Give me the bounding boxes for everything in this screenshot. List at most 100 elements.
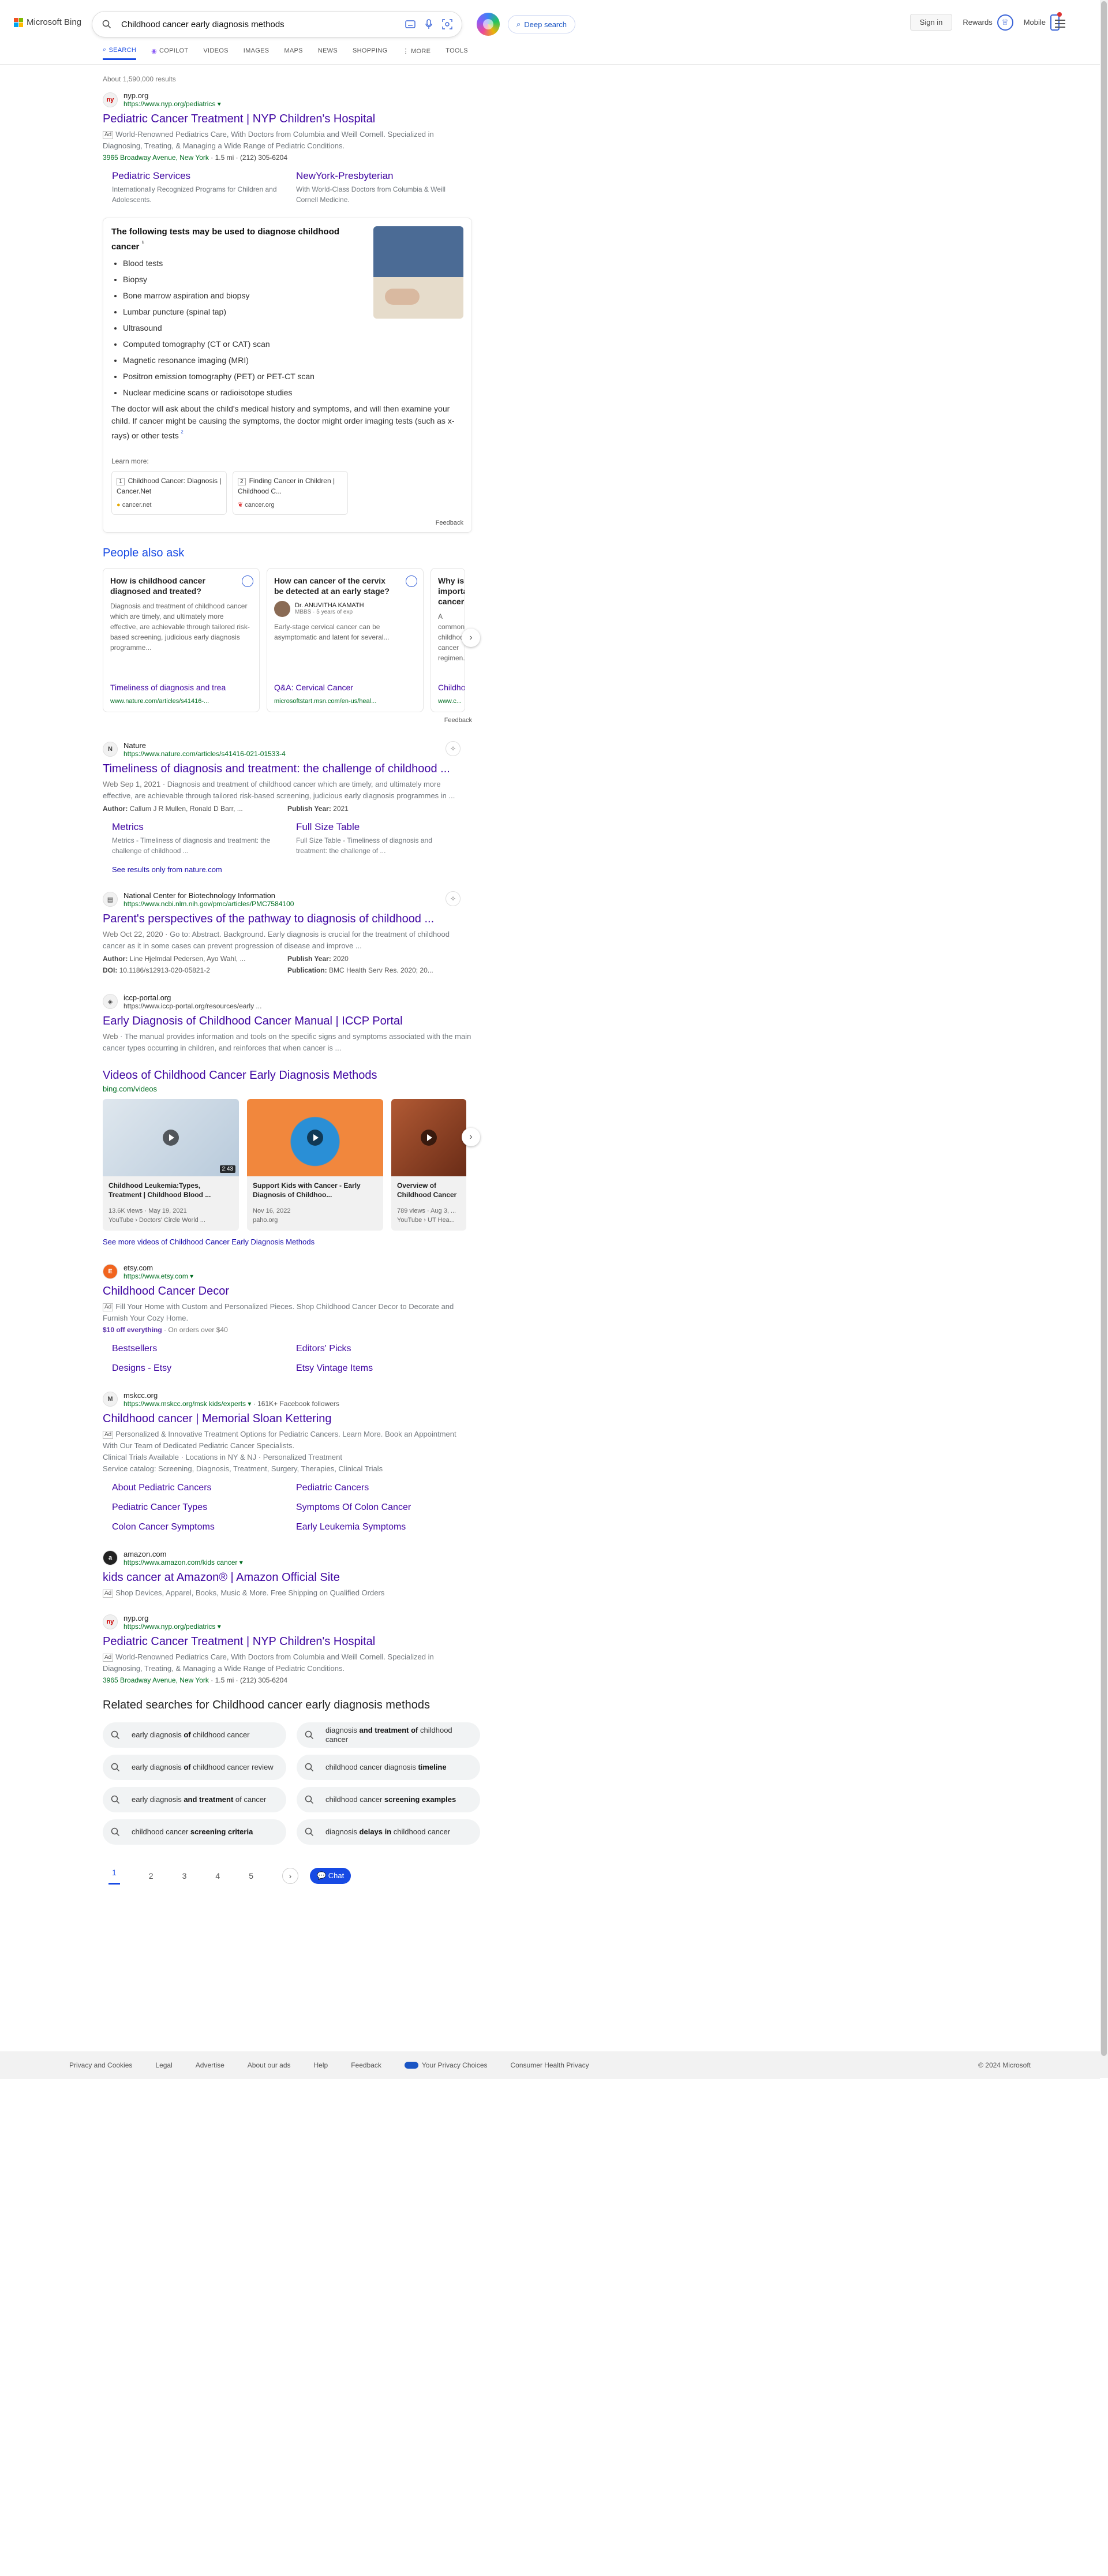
tab-search[interactable]: ⌕ SEARCH bbox=[103, 46, 137, 60]
result-title[interactable]: Parent's perspectives of the pathway to … bbox=[103, 911, 472, 926]
address-link[interactable]: 3965 Broadway Avenue, New York bbox=[103, 1676, 209, 1684]
citation-icon[interactable]: ¹ bbox=[142, 240, 144, 248]
scrollbar-track[interactable] bbox=[1100, 0, 1108, 2078]
copilot-icon[interactable] bbox=[477, 13, 500, 36]
source-card[interactable]: 2 Finding Cancer in Children | Childhood … bbox=[233, 470, 348, 515]
tab-videos[interactable]: VIDEOS bbox=[203, 46, 228, 60]
tab-maps[interactable]: MAPS bbox=[284, 46, 302, 60]
next-page-icon[interactable]: › bbox=[282, 1868, 298, 1885]
footer-link[interactable]: Legal bbox=[155, 2061, 172, 2069]
citation-icon[interactable]: ² bbox=[181, 429, 184, 437]
sitelink[interactable]: Etsy Vintage Items bbox=[296, 1363, 463, 1374]
sign-in-button[interactable]: Sign in bbox=[909, 14, 953, 31]
tab-shopping[interactable]: SHOPPING bbox=[353, 46, 387, 60]
site-url[interactable]: https://www.amazon.com/kids cancer ▾ bbox=[123, 1558, 243, 1566]
menu-icon[interactable] bbox=[1055, 20, 1065, 30]
related-search-item[interactable]: early diagnosis of childhood cancer bbox=[103, 1722, 286, 1748]
video-thumbnail[interactable] bbox=[391, 1098, 466, 1176]
sitelink-title[interactable]: NewYork-Presbyterian bbox=[296, 170, 463, 182]
sitelink[interactable]: Colon Cancer Symptoms bbox=[112, 1522, 279, 1532]
chat-bubble-icon[interactable] bbox=[406, 575, 417, 587]
answer-image[interactable] bbox=[373, 226, 463, 319]
keyboard-icon[interactable] bbox=[404, 18, 417, 31]
related-search-item[interactable]: diagnosis and treatment of childhood can… bbox=[297, 1722, 480, 1748]
bing-logo[interactable]: Microsoft Bing bbox=[14, 17, 81, 27]
chat-bubble-icon[interactable] bbox=[242, 575, 253, 587]
chevron-right-icon[interactable]: › bbox=[462, 628, 480, 647]
paa-source-url[interactable]: www.c... bbox=[438, 698, 462, 705]
chevron-down-icon[interactable]: ▾ bbox=[248, 1400, 251, 1408]
paa-source-title[interactable]: Q&A: Cervical Cancer bbox=[274, 683, 353, 692]
result-title[interactable]: Childhood Cancer Decor bbox=[103, 1284, 472, 1299]
site-url[interactable]: https://www.nyp.org/pediatrics ▾ bbox=[123, 1622, 221, 1631]
sitelink[interactable]: About Pediatric Cancers bbox=[112, 1483, 279, 1493]
search-icon[interactable] bbox=[100, 18, 113, 31]
feedback-link[interactable]: Feedback bbox=[111, 519, 463, 526]
visual-search-icon[interactable] bbox=[441, 18, 454, 31]
paa-card[interactable]: Why is early diagnosis important in chil… bbox=[431, 567, 465, 712]
sitelink[interactable]: Designs - Etsy bbox=[112, 1363, 279, 1374]
search-input[interactable] bbox=[120, 18, 398, 30]
site-url[interactable]: https://www.mskcc.org/msk kids/experts ▾… bbox=[123, 1400, 339, 1408]
paa-card[interactable]: How can cancer of the cervix be detected… bbox=[267, 567, 424, 712]
chat-button[interactable]: 💬 Chat bbox=[309, 1868, 351, 1885]
page-link[interactable]: 4 bbox=[215, 1871, 220, 1880]
play-icon[interactable] bbox=[307, 1129, 323, 1146]
chevron-down-icon[interactable]: ▾ bbox=[218, 1622, 221, 1631]
lightbulb-icon[interactable]: ✧ bbox=[446, 741, 461, 756]
video-thumbnail[interactable]: 2:43 bbox=[103, 1098, 239, 1176]
paa-source-url[interactable]: microsoftstart.msn.com/en-us/heal... bbox=[274, 698, 376, 705]
footer-link[interactable]: Advertise bbox=[196, 2061, 224, 2069]
source-card[interactable]: 1 Childhood Cancer: Diagnosis | Cancer.Ne… bbox=[111, 470, 227, 515]
tab-tools[interactable]: TOOLS bbox=[446, 46, 468, 60]
related-search-item[interactable]: childhood cancer screening criteria bbox=[103, 1819, 286, 1845]
video-card[interactable]: Support Kids with Cancer - Early Diagnos… bbox=[247, 1098, 383, 1231]
sitelink[interactable]: Bestsellers bbox=[112, 1344, 279, 1354]
sitelink[interactable]: Symptoms Of Colon Cancer bbox=[296, 1502, 463, 1513]
rewards-link[interactable]: Rewards ♕ bbox=[963, 14, 1013, 31]
result-title[interactable]: Childhood cancer | Memorial Sloan Ketter… bbox=[103, 1411, 472, 1426]
more-videos-link[interactable]: See more videos of Childhood Cancer Earl… bbox=[103, 1237, 472, 1246]
sitelink-title[interactable]: Full Size Table bbox=[296, 821, 463, 833]
chevron-down-icon[interactable]: ▾ bbox=[190, 1272, 193, 1280]
result-title[interactable]: Pediatric Cancer Treatment | NYP Childre… bbox=[103, 111, 472, 126]
site-url[interactable]: https://www.ncbi.nlm.nih.gov/pmc/article… bbox=[123, 900, 294, 908]
site-only-link[interactable]: See results only from nature.com bbox=[112, 865, 463, 874]
videos-source[interactable]: bing.com/videos bbox=[103, 1085, 472, 1093]
paa-source-url[interactable]: www.nature.com/articles/s41416-... bbox=[110, 698, 209, 705]
paa-source-title[interactable]: Childhood bbox=[438, 683, 465, 692]
deep-search-button[interactable]: ⌕ Deep search bbox=[508, 15, 575, 33]
site-url[interactable]: https://www.etsy.com ▾ bbox=[123, 1272, 193, 1280]
feedback-link[interactable]: Feedback bbox=[103, 717, 472, 724]
site-url[interactable]: https://www.iccp-portal.org/resources/ea… bbox=[123, 1002, 261, 1010]
sitelink-title[interactable]: Pediatric Services bbox=[112, 170, 279, 182]
chevron-down-icon[interactable]: ▾ bbox=[218, 100, 221, 108]
result-title[interactable]: Early Diagnosis of Childhood Cancer Manu… bbox=[103, 1014, 472, 1029]
tab-news[interactable]: NEWS bbox=[318, 46, 338, 60]
related-search-item[interactable]: childhood cancer screening examples bbox=[297, 1786, 480, 1812]
tab-images[interactable]: IMAGES bbox=[244, 46, 269, 60]
result-title[interactable]: kids cancer at Amazon® | Amazon Official… bbox=[103, 1570, 472, 1585]
play-icon[interactable] bbox=[163, 1129, 179, 1146]
footer-link[interactable]: Help bbox=[314, 2061, 328, 2069]
footer-link[interactable]: Consumer Health Privacy bbox=[511, 2061, 589, 2069]
footer-link[interactable]: Privacy and Cookies bbox=[69, 2061, 132, 2069]
videos-heading[interactable]: Videos of Childhood Cancer Early Diagnos… bbox=[103, 1069, 472, 1082]
related-search-item[interactable]: early diagnosis and treatment of cancer bbox=[103, 1786, 286, 1812]
sitelink[interactable]: Early Leukemia Symptoms bbox=[296, 1522, 463, 1532]
video-card[interactable]: Overview of Childhood Cancer 789 views ·… bbox=[391, 1098, 466, 1231]
video-thumbnail[interactable] bbox=[247, 1098, 383, 1176]
footer-link[interactable]: Feedback bbox=[351, 2061, 381, 2069]
chevron-right-icon[interactable]: › bbox=[462, 1127, 480, 1146]
lightbulb-icon[interactable]: ✧ bbox=[446, 891, 461, 906]
related-search-item[interactable]: childhood cancer diagnosis timeline bbox=[297, 1754, 480, 1780]
play-icon[interactable] bbox=[421, 1129, 437, 1146]
related-search-item[interactable]: early diagnosis of childhood cancer revi… bbox=[103, 1754, 286, 1780]
result-title[interactable]: Timeliness of diagnosis and treatment: t… bbox=[103, 761, 472, 776]
chevron-down-icon[interactable]: ▾ bbox=[239, 1558, 243, 1566]
video-card[interactable]: 2:43 Childhood Leukemia:Types, Treatment… bbox=[103, 1098, 239, 1231]
mobile-link[interactable]: Mobile bbox=[1024, 12, 1062, 31]
sitelink[interactable]: Pediatric Cancer Types bbox=[112, 1502, 279, 1513]
paa-card[interactable]: How is childhood cancer diagnosed and tr… bbox=[103, 567, 260, 712]
tab-more[interactable]: ⋮ MORE bbox=[402, 46, 431, 60]
